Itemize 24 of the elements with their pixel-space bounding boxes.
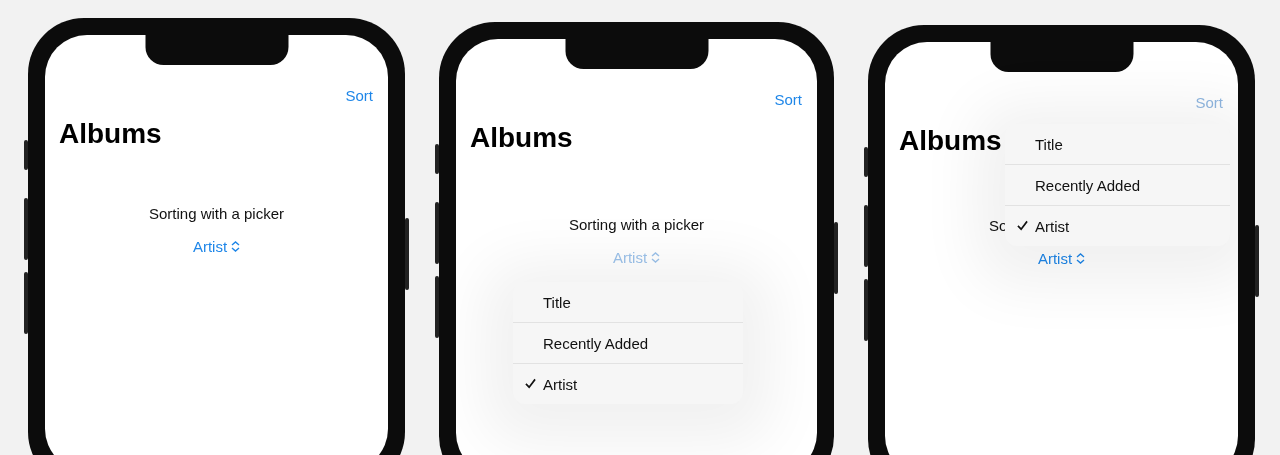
menu-item-label: Recently Added — [1035, 176, 1141, 194]
page-title: Albums — [59, 118, 162, 150]
menu-item-label: Artist — [543, 375, 578, 393]
menu-item[interactable]: Title — [513, 282, 743, 322]
caption: Sorting with a picker — [148, 205, 285, 222]
menu-item[interactable]: Artist — [1005, 205, 1230, 246]
caption: Sorting with a picker — [568, 216, 705, 233]
menu-item-label: Title — [1035, 135, 1063, 153]
menu-item[interactable]: Artist — [513, 363, 743, 404]
menu-item[interactable]: Recently Added — [513, 322, 743, 363]
menu-item[interactable]: Title — [1005, 124, 1230, 164]
chevron-up-down-icon — [651, 252, 661, 263]
menu-item[interactable]: Recently Added — [1005, 164, 1230, 205]
page-title: Albums — [899, 125, 1002, 157]
menu-item-label: Recently Added — [543, 334, 649, 352]
page-title: Albums — [470, 122, 573, 154]
picker-button[interactable]: Artist — [192, 238, 241, 255]
menu-item-label: Artist — [1035, 217, 1070, 235]
menu-item-label: Title — [543, 293, 571, 311]
chevron-up-down-icon — [1076, 253, 1086, 264]
sort-link[interactable]: Sort — [774, 91, 802, 108]
sort-link[interactable]: Sort — [345, 87, 373, 104]
picker-button[interactable]: Artist — [1037, 250, 1086, 267]
chevron-up-down-icon — [231, 241, 241, 252]
